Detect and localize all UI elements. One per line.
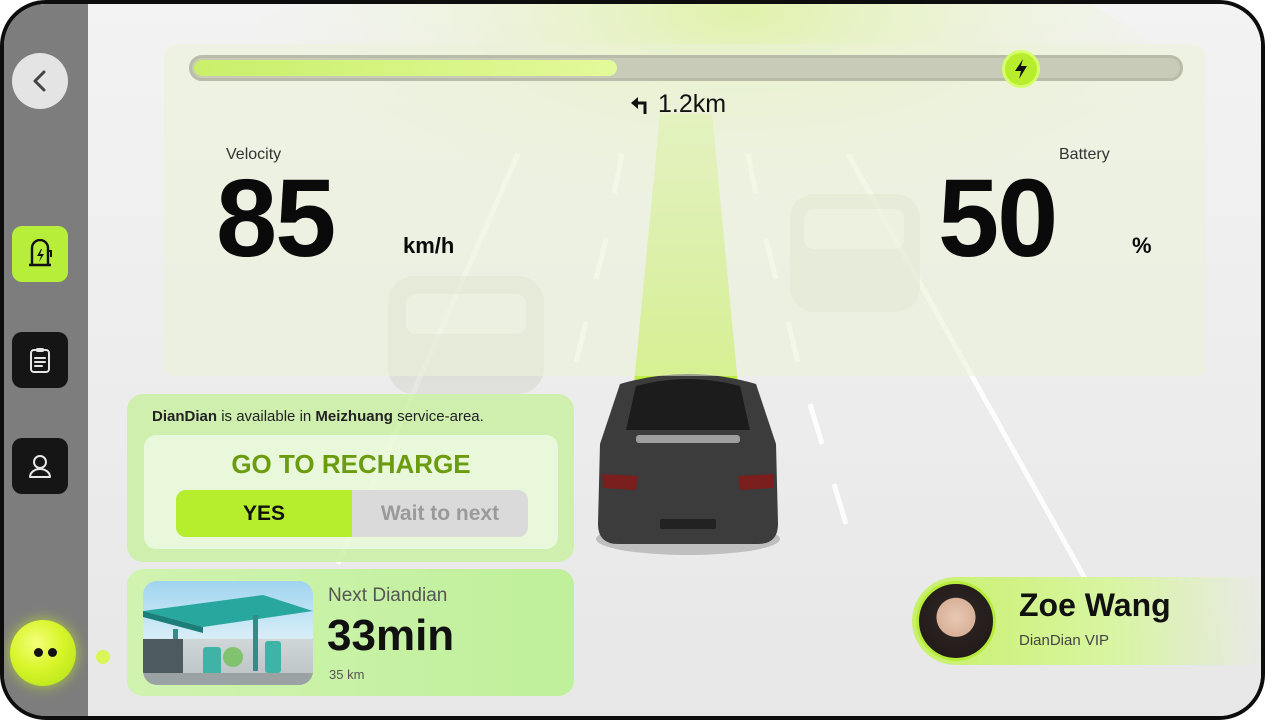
charging-station-icon [29,239,52,267]
sidebar-item-charging[interactable] [12,226,68,282]
charge-marker[interactable] [1002,50,1040,88]
avatar [916,581,996,661]
battery-label: Battery [1059,146,1110,163]
recharge-title: GO TO RECHARGE [231,449,471,479]
battery-value: 50 [938,157,1058,280]
service-area-name: Meizhuang [315,408,393,425]
assistant-pointer [96,650,110,664]
recharge-message: DianDian is available in Meizhuang servi… [152,408,484,425]
next-station-time: 33min [327,611,455,660]
charge-progress-fill [194,60,617,76]
turn-left-arrow-icon [631,96,647,114]
recharge-card: DianDian is available in Meizhuang servi… [127,394,574,562]
profile-card[interactable]: Zoe Wang DianDian VIP [912,577,1261,665]
profile-tier: DianDian VIP [1019,632,1110,649]
velocity-unit: km/h [403,233,455,258]
clipboard-icon [30,348,50,373]
chevron-left-icon [33,70,46,92]
next-station-distance: 35 km [329,667,365,682]
velocity-value: 85 [216,157,336,280]
app-frame: 1.2km Velocity 85 km/h Battery 50 % Dian… [0,0,1265,720]
recharge-text-area: service-area. [397,408,484,425]
navigation-distance: 1.2km [658,90,727,118]
sidebar [4,4,88,716]
assistant-button[interactable] [10,620,76,686]
next-station-card[interactable]: Next Diandian 33min 35 km [127,569,574,696]
recharge-text-available: is available in [221,408,312,425]
navigation-instruction: 1.2km [628,90,726,119]
battery-unit: % [1132,233,1152,258]
recharge-dialog: GO TO RECHARGE YES Wait to next [144,435,558,549]
main-view: 1.2km Velocity 85 km/h Battery 50 % Dian… [88,4,1261,716]
next-station-label: Next Diandian [328,585,448,606]
station-photo [143,581,313,685]
back-button[interactable] [12,53,68,109]
lightning-bolt-icon [1015,59,1027,79]
brand-name: DianDian [152,408,218,425]
yes-button[interactable]: YES [176,490,352,537]
sidebar-item-records[interactable] [12,332,68,388]
sidebar-item-profile[interactable] [12,438,68,494]
user-icon [29,455,51,478]
wait-button[interactable]: Wait to next [352,490,528,537]
recharge-choice: YES Wait to next [176,490,528,537]
profile-name: Zoe Wang [1019,587,1171,623]
